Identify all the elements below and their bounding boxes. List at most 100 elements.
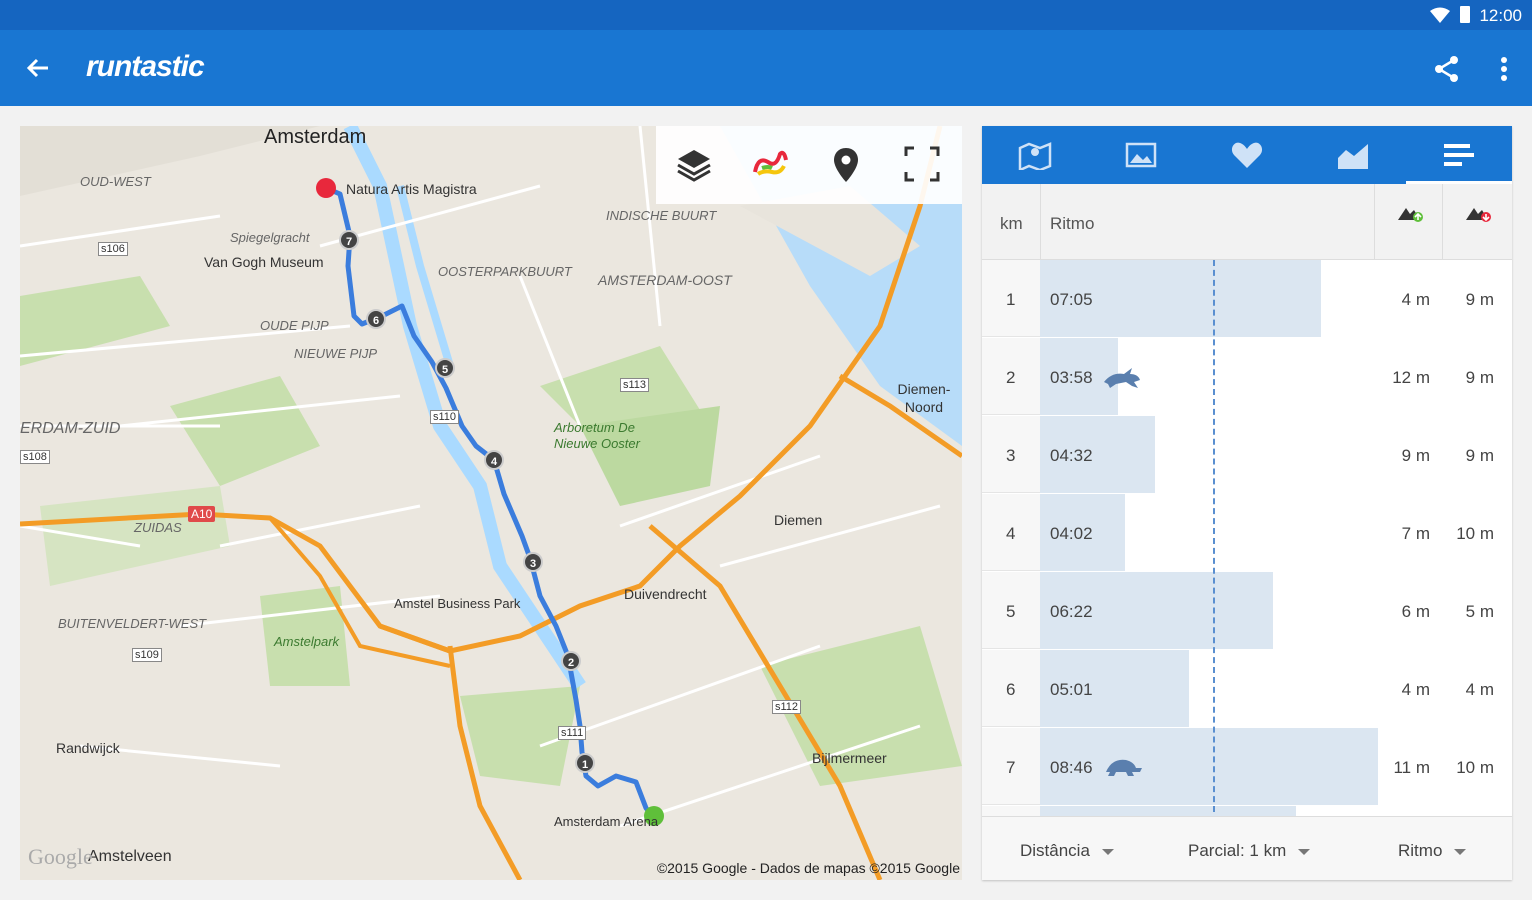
- road-shield: s109: [132, 648, 162, 662]
- km-marker[interactable]: 5: [435, 358, 455, 378]
- map-toolbar: [656, 126, 962, 204]
- route-color-icon[interactable]: [750, 144, 790, 184]
- map-label: OUD-WEST: [80, 174, 151, 189]
- km-marker[interactable]: 1: [575, 753, 595, 773]
- average-pace-line: [1213, 260, 1215, 812]
- arrow-back-icon[interactable]: [22, 54, 54, 82]
- km-marker[interactable]: 4: [484, 450, 504, 470]
- map-label: Diemen-Noord: [897, 381, 951, 415]
- split-elevation-loss: 5 m: [1465, 602, 1494, 621]
- table-row[interactable]: 3 04:32 9 m 9 m: [982, 416, 1512, 493]
- chevron-down-icon: [1298, 848, 1311, 855]
- split-km: 3: [1006, 446, 1016, 465]
- split-km: 5: [1006, 602, 1016, 621]
- tab-map[interactable]: [982, 126, 1088, 184]
- pace-dropdown-label: Ritmo: [1398, 841, 1443, 860]
- table-row[interactable]: 7 08:46 11 m 10 m: [982, 728, 1512, 805]
- split-km: 1: [1006, 290, 1016, 309]
- splits-footer: Distância Parcial: 1 km Ritmo: [982, 816, 1512, 880]
- more-vert-icon[interactable]: [1500, 56, 1508, 82]
- split-pace: 06:22: [1050, 602, 1093, 621]
- split-km: 6: [1006, 680, 1016, 699]
- map-label: Spiegelgracht: [230, 230, 310, 245]
- status-time: 12:00: [1479, 6, 1522, 25]
- table-row[interactable]: 5 06:22 6 m 5 m: [982, 572, 1512, 649]
- map-label: BUITENVELDERT-WEST: [58, 616, 207, 631]
- road-shield: s110: [430, 410, 460, 424]
- chart-icon: [1338, 144, 1368, 169]
- map-label: INDISCHE BUURT: [606, 208, 717, 223]
- map-label: Amsterdam: [264, 126, 367, 148]
- km-marker[interactable]: 3: [523, 552, 543, 572]
- split-elevation-gain: 4 m: [1401, 680, 1430, 699]
- image-icon: [1125, 142, 1157, 168]
- elevation-gain-icon: [1398, 208, 1423, 222]
- split-elevation-loss: 9 m: [1465, 446, 1494, 465]
- location-pin-icon[interactable]: [826, 144, 866, 184]
- map-label: Diemen: [774, 512, 823, 528]
- road-shield: s112: [772, 700, 802, 714]
- app-title: runtastic: [86, 50, 205, 83]
- turtle-icon: [1102, 754, 1142, 785]
- km-marker[interactable]: 2: [561, 651, 581, 671]
- split-pace: 04:02: [1050, 524, 1093, 543]
- pace-dropdown[interactable]: Ritmo: [1398, 841, 1467, 861]
- status-bar: 12:00: [0, 0, 1532, 30]
- split-pace: 04:32: [1050, 446, 1093, 465]
- map-label: OOSTERPARKBUURT: [438, 264, 572, 279]
- map-label: Amsterdam Arena: [554, 814, 659, 829]
- km-marker[interactable]: 7: [339, 230, 359, 250]
- km-marker[interactable]: 6: [366, 309, 386, 329]
- route-map[interactable]: Amsterdam Natura Artis Magistra OUD-WEST…: [20, 126, 962, 880]
- split-pace: 07:05: [1050, 290, 1093, 309]
- google-logo: Google: [28, 844, 93, 869]
- split-km: 2: [1006, 368, 1016, 387]
- road-shield: s108: [20, 450, 50, 464]
- splits-header: km Ritmo: [982, 184, 1512, 260]
- split-elevation-gain: 11 m: [1393, 758, 1430, 777]
- split-pace: 03:58: [1050, 368, 1093, 387]
- map-label: Duivendrecht: [624, 586, 707, 602]
- map-label: Bijlmermeer: [812, 750, 887, 766]
- map-label: Randwijck: [56, 740, 120, 756]
- split-elevation-loss: 4 m: [1465, 680, 1494, 699]
- layers-icon[interactable]: [674, 144, 714, 184]
- share-icon[interactable]: [1432, 54, 1462, 84]
- road-shield: s106: [98, 242, 128, 256]
- split-elevation-gain: 6 m: [1401, 602, 1430, 621]
- col-ritmo: Ritmo: [1050, 214, 1095, 233]
- map-label: Amstelveen: [88, 848, 172, 865]
- split-pace: 05:01: [1050, 680, 1093, 699]
- elevation-loss-icon: [1466, 208, 1491, 222]
- app-bar: runtastic: [0, 30, 1532, 106]
- split-elevation-loss: 10 m: [1456, 758, 1494, 777]
- split-km: 7: [1006, 758, 1016, 777]
- map-label: Van Gogh Museum: [204, 254, 324, 270]
- end-marker: [316, 178, 336, 198]
- tab-splits[interactable]: [1406, 126, 1512, 184]
- split-km: 4: [1006, 524, 1016, 543]
- fullscreen-icon[interactable]: [902, 144, 942, 184]
- distance-dropdown[interactable]: Distância: [1020, 841, 1114, 861]
- splits-panel: km Ritmo 1 07:05 4 m 9 m 2 03:58 12 m 9 m 3 04:32…: [982, 126, 1512, 880]
- col-km: km: [1000, 214, 1023, 233]
- map-label: Arboretum De Nieuwe Ooster: [554, 420, 640, 451]
- split-pace: 08:46: [1050, 758, 1093, 777]
- split-dropdown[interactable]: Parcial: 1 km: [1188, 841, 1311, 861]
- distance-dropdown-label: Distância: [1020, 841, 1090, 860]
- split-elevation-gain: 12 m: [1392, 368, 1430, 387]
- splits-icon: [1444, 144, 1474, 166]
- tab-photos[interactable]: [1088, 126, 1194, 184]
- table-row[interactable]: 1 07:05 4 m 9 m: [982, 260, 1512, 337]
- tab-heart-rate[interactable]: [1194, 126, 1300, 184]
- map-label: OUDE PIJP: [260, 318, 329, 333]
- split-elevation-gain: 4 m: [1401, 290, 1430, 309]
- map-copyright: ©2015 Google - Dados de mapas ©2015 Goog…: [656, 860, 960, 876]
- map-label: Amstelpark: [274, 634, 340, 649]
- table-row[interactable]: 2 03:58 12 m 9 m: [982, 338, 1512, 415]
- table-row[interactable]: 6 05:01 4 m 4 m: [982, 650, 1512, 727]
- table-row[interactable]: 4 04:02 7 m 10 m: [982, 494, 1512, 571]
- road-shield: s111: [558, 726, 587, 740]
- tab-chart[interactable]: [1300, 126, 1406, 184]
- rabbit-icon: [1102, 364, 1142, 395]
